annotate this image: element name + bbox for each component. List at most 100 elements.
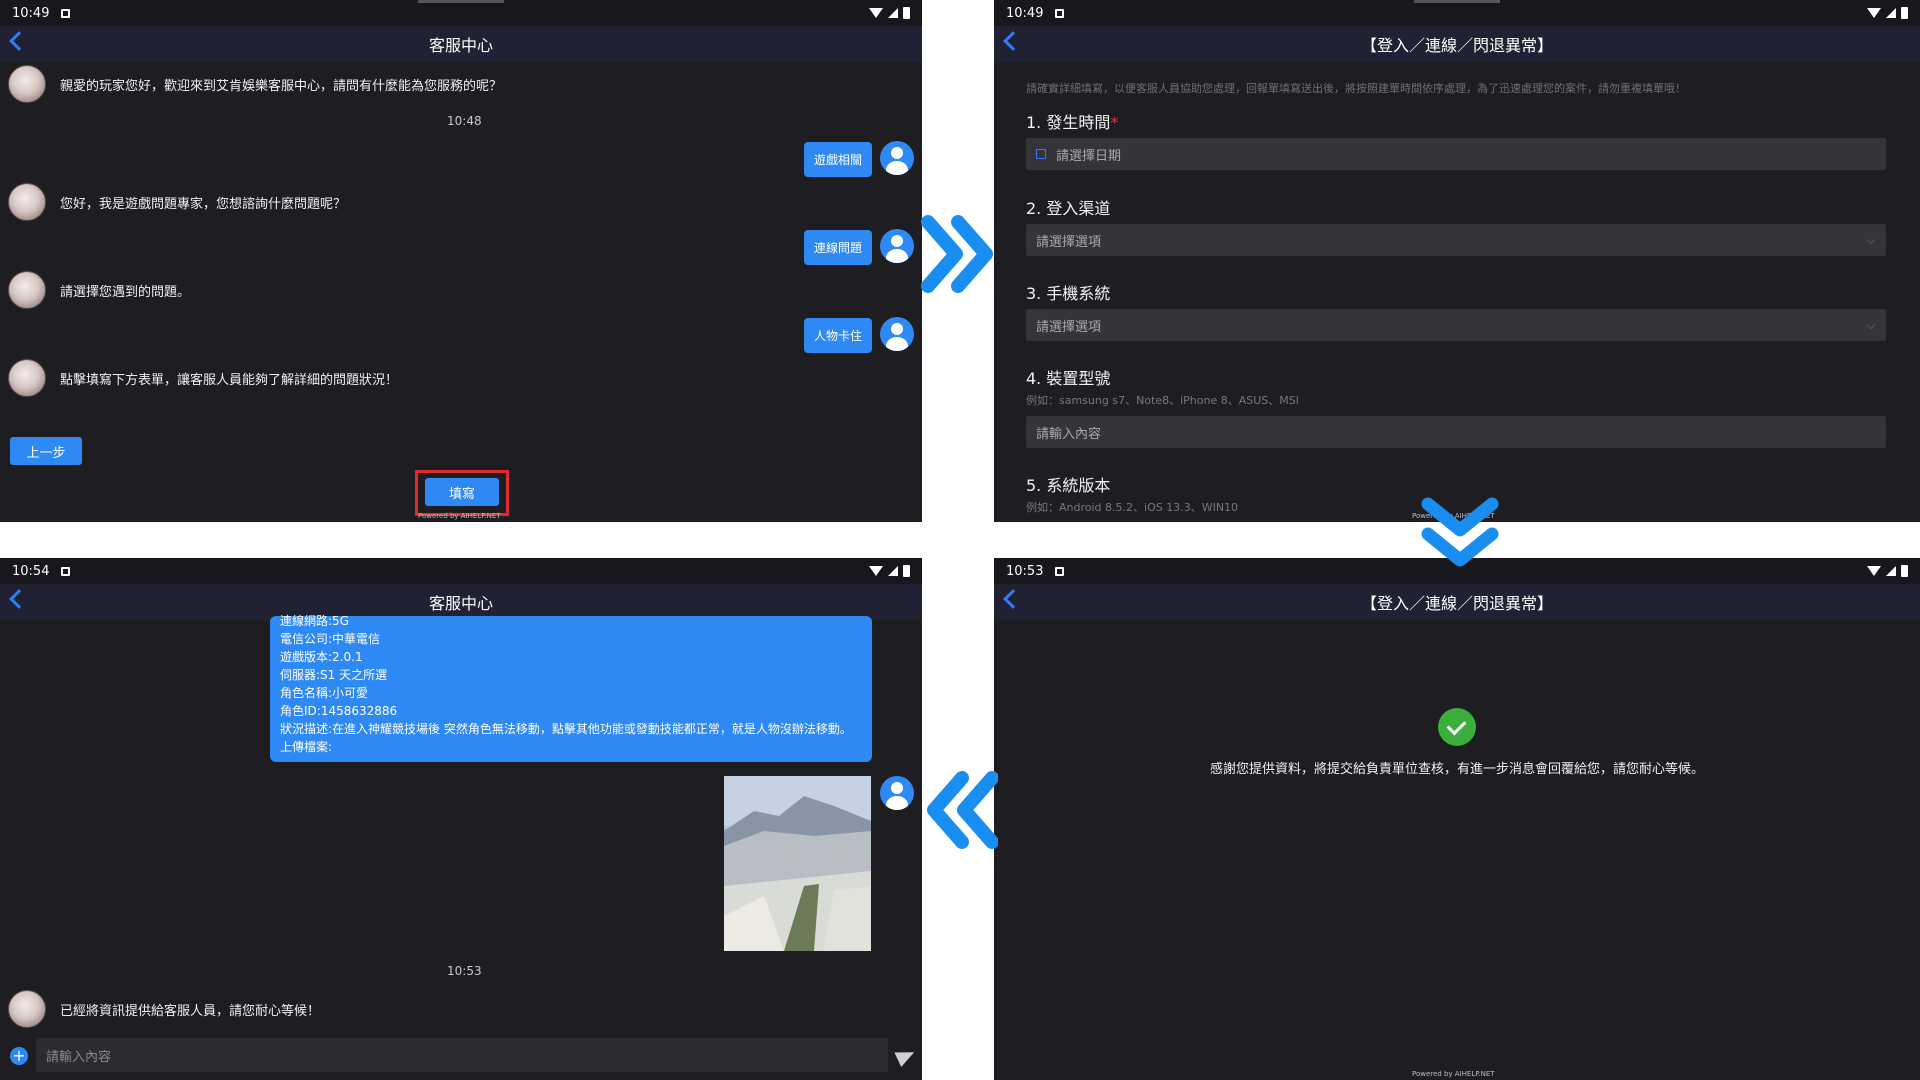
add-attachment-icon[interactable]: + bbox=[10, 1047, 28, 1065]
mountain-image bbox=[724, 776, 871, 951]
signal-icon bbox=[888, 8, 898, 18]
title-bar: 【登入／連線／閃退異常】 bbox=[994, 26, 1920, 62]
page-title: 客服中心 bbox=[428, 594, 493, 613]
status-time: 10:49 bbox=[12, 5, 50, 21]
title-bar: 【登入／連線／閃退異常】 bbox=[994, 584, 1920, 620]
double-chevron-right-icon bbox=[921, 215, 993, 293]
field-label-channel: 2. 登入渠道 bbox=[1026, 199, 1111, 218]
date-picker-field[interactable]: 請選擇日期 bbox=[1026, 138, 1886, 170]
input-placeholder: 請輸入內容 bbox=[1036, 426, 1102, 442]
wifi-icon bbox=[1867, 8, 1881, 18]
chevron-down-icon bbox=[1866, 235, 1876, 245]
back-icon[interactable] bbox=[9, 589, 29, 609]
signal-icon bbox=[1886, 8, 1896, 18]
signal-icon bbox=[1886, 566, 1896, 576]
battery-icon bbox=[903, 565, 910, 577]
message-text: 親愛的玩家您好，歡迎來到艾肯娛樂客服中心，請問有什麼能為您服務的呢？ bbox=[60, 78, 503, 94]
chat-screen-start: 10:49 客服中心 親愛的玩家您好，歡迎來到艾肯娛樂客服中心，請問有什麼能為您… bbox=[0, 0, 922, 522]
page-title: 【登入／連線／閃退異常】 bbox=[1360, 36, 1553, 55]
field-label-version: 5. 系統版本 bbox=[1026, 476, 1111, 495]
user-avatar bbox=[880, 317, 914, 351]
chat-screen-submitted: 10:54 客服中心 連線網路:5G 電信公司:中華電信 遊戲版本:2.0.1 … bbox=[0, 558, 922, 1080]
page-title: 【登入／連線／閃退異常】 bbox=[1360, 594, 1553, 613]
double-chevron-left-icon bbox=[927, 771, 998, 849]
wifi-icon bbox=[869, 8, 883, 18]
status-time: 10:54 bbox=[12, 563, 50, 579]
agent-message: 請選擇您遇到的問題。 bbox=[8, 271, 190, 309]
summary-line: 遊戲版本:2.0.1 bbox=[280, 650, 363, 664]
summary-line: 上傳檔案: bbox=[280, 740, 333, 754]
calendar-icon bbox=[1036, 149, 1046, 159]
field-label-os: 3. 手機系統 bbox=[1026, 284, 1111, 303]
success-check-icon bbox=[1438, 708, 1476, 746]
user-avatar bbox=[880, 229, 914, 263]
form-screen: 10:49 【登入／連線／閃退異常】 請確實詳細填寫，以便客服人員協助您處理，回… bbox=[994, 0, 1920, 522]
user-avatar bbox=[880, 141, 914, 175]
status-time: 10:49 bbox=[1006, 5, 1044, 21]
chat-input[interactable]: 請輸入內容 bbox=[36, 1038, 888, 1072]
notification-icon bbox=[1055, 566, 1065, 576]
input-placeholder: 請輸入內容 bbox=[46, 1049, 112, 1065]
agent-message: 您好，我是遊戲問題專家，您想諮詢什麼問題呢？ bbox=[8, 183, 346, 221]
phone-os-select[interactable]: 請選擇選項 bbox=[1026, 309, 1886, 341]
user-reply-bubble: 遊戲相關 bbox=[804, 142, 873, 177]
timestamp: 10:48 bbox=[447, 114, 482, 128]
submit-success-screen: 10:53 【登入／連線／閃退異常】 感謝您提供資料，將提交給負責單位查核，有進… bbox=[994, 558, 1920, 1080]
fill-form-button[interactable]: 填寫 bbox=[425, 478, 499, 506]
status-bar: 10:49 bbox=[994, 0, 1920, 26]
battery-icon bbox=[1901, 565, 1908, 577]
wifi-icon bbox=[869, 566, 883, 576]
user-reply-bubble: 人物卡住 bbox=[804, 318, 873, 353]
summary-line: 電信公司:中華電信 bbox=[280, 632, 381, 646]
message-text: 點擊填寫下方表單，讓客服人員能夠了解詳細的問題狀況！ bbox=[60, 372, 399, 388]
status-bar: 10:54 bbox=[0, 558, 922, 584]
notification-icon bbox=[1055, 8, 1065, 18]
previous-step-button[interactable]: 上一步 bbox=[10, 437, 82, 465]
field-hint-version: 例如：Android 8.5.2、iOS 13.3、WIN10 bbox=[1026, 501, 1239, 514]
summary-line: 角色ID:1458632886 bbox=[280, 704, 398, 718]
summary-line: 狀況描述:在進入神耀競技場後 突然角色無法移動，點擊其他功能或發動技能都正常，就… bbox=[280, 722, 852, 736]
agent-avatar bbox=[8, 359, 46, 397]
back-icon[interactable] bbox=[1003, 589, 1023, 609]
agent-avatar bbox=[8, 65, 46, 103]
select-placeholder: 請選擇選項 bbox=[1036, 319, 1102, 335]
battery-icon bbox=[903, 7, 910, 19]
user-reply-bubble: 連線問題 bbox=[804, 230, 873, 265]
status-time: 10:53 bbox=[1006, 563, 1044, 579]
back-icon[interactable] bbox=[9, 31, 29, 51]
device-model-input[interactable]: 請輸入內容 bbox=[1026, 416, 1886, 448]
page-title: 客服中心 bbox=[428, 36, 493, 55]
double-chevron-down-icon bbox=[1421, 497, 1499, 567]
summary-line: 角色名稱:小可愛 bbox=[280, 686, 369, 700]
battery-icon bbox=[1901, 7, 1908, 19]
summary-line: 伺服器:S1 天之所選 bbox=[280, 668, 388, 682]
agent-message: 點擊填寫下方表單，讓客服人員能夠了解詳細的問題狀況！ bbox=[8, 359, 398, 397]
notification-icon bbox=[61, 8, 71, 18]
agent-message: 親愛的玩家您好，歡迎來到艾肯娛樂客服中心，請問有什麼能為您服務的呢？ bbox=[8, 65, 502, 103]
wifi-icon bbox=[1867, 566, 1881, 576]
send-icon[interactable] bbox=[894, 1044, 918, 1068]
agent-message: 已經將資訊提供給客服人員，請您耐心等候！ bbox=[8, 990, 320, 1028]
status-bar: 10:49 bbox=[0, 0, 922, 26]
agent-avatar bbox=[8, 183, 46, 221]
form-summary-bubble: 連線網路:5G 電信公司:中華電信 遊戲版本:2.0.1 伺服器:S1 天之所選… bbox=[270, 614, 872, 762]
back-icon[interactable] bbox=[1003, 31, 1023, 51]
field-hint-device: 例如：samsung s7、Note8、iPhone 8、ASUS、MSI bbox=[1026, 394, 1299, 407]
thank-you-message: 感謝您提供資料，將提交給負責單位查核，有進一步消息會回覆給您，請您耐心等候。 bbox=[1209, 762, 1704, 777]
powered-by: Powered by AIHELP.NET bbox=[418, 512, 501, 520]
uploaded-photo[interactable] bbox=[724, 776, 871, 951]
field-label-device: 4. 裝置型號 bbox=[1026, 369, 1111, 388]
login-channel-select[interactable]: 請選擇選項 bbox=[1026, 224, 1886, 256]
title-bar: 客服中心 bbox=[0, 26, 922, 62]
user-avatar bbox=[880, 776, 914, 810]
required-mark: * bbox=[1110, 113, 1119, 132]
message-text: 請選擇您遇到的問題。 bbox=[60, 284, 191, 300]
chevron-down-icon bbox=[1866, 320, 1876, 330]
timestamp: 10:53 bbox=[447, 964, 482, 978]
notification-icon bbox=[61, 566, 71, 576]
agent-avatar bbox=[8, 990, 46, 1028]
message-text: 已經將資訊提供給客服人員，請您耐心等候！ bbox=[60, 1003, 321, 1019]
powered-by: Powered by AIHELP.NET bbox=[1412, 1070, 1495, 1078]
message-text: 您好，我是遊戲問題專家，您想諮詢什麼問題呢？ bbox=[60, 196, 347, 212]
agent-avatar bbox=[8, 271, 46, 309]
